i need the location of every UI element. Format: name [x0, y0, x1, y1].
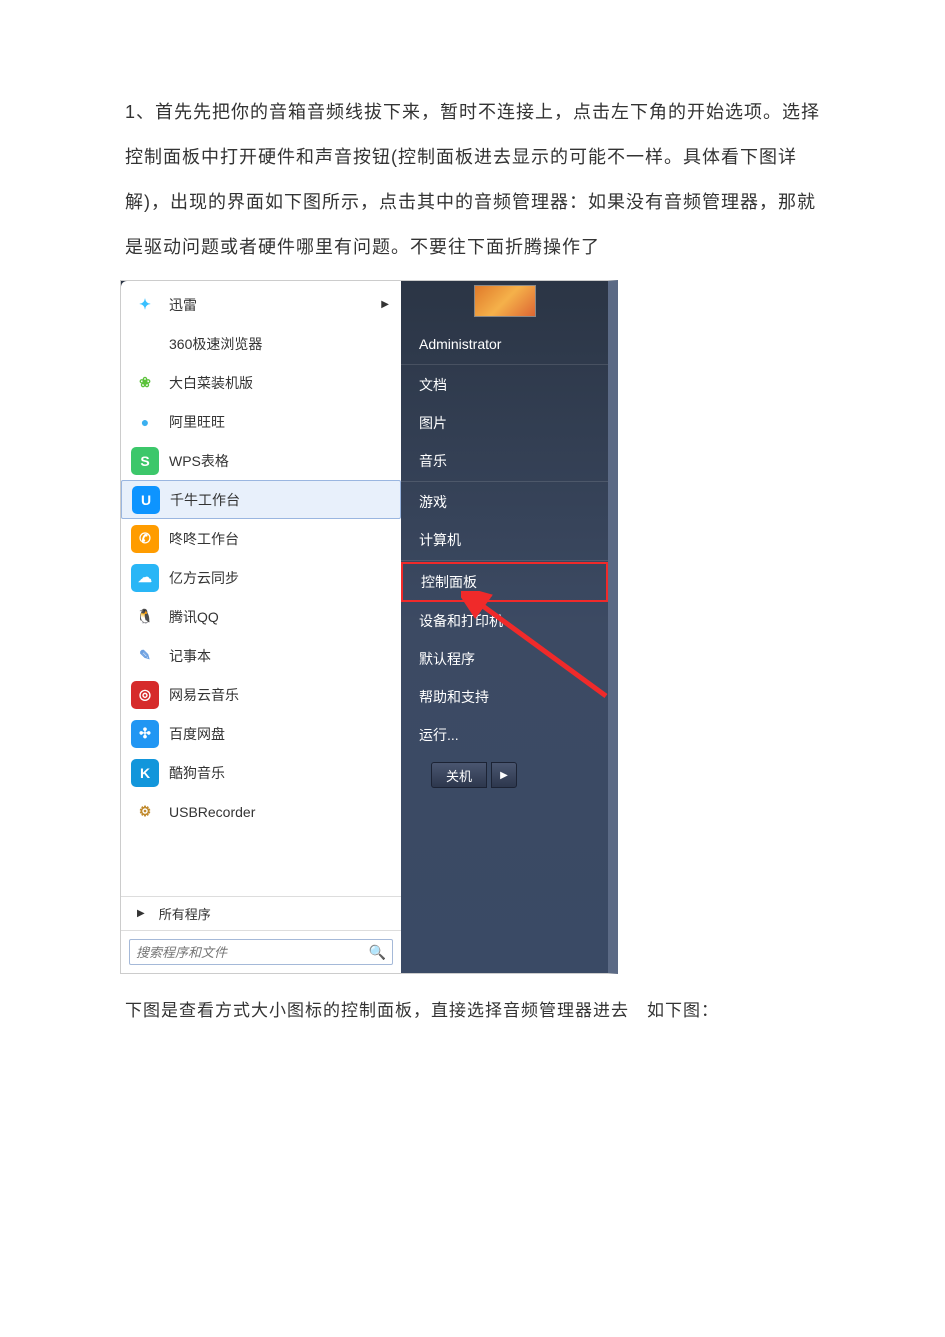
app-item[interactable]: U 千牛工作台 [121, 480, 401, 519]
shutdown-row: 关机 ▶ [401, 754, 608, 796]
app-icon: ☁ [131, 564, 159, 592]
search-box[interactable]: 🔍 [129, 939, 393, 965]
app-label: 亿方云同步 [169, 568, 239, 588]
user-avatar[interactable] [474, 285, 536, 317]
app-label: USBRecorder [169, 804, 255, 820]
app-label: 腾讯QQ [169, 607, 219, 627]
app-label: 千牛工作台 [170, 490, 240, 510]
app-item[interactable]: ✦ 迅雷 ▶ [121, 285, 401, 324]
app-label: WPS表格 [169, 451, 229, 471]
right-menu-item[interactable]: 默认程序 [401, 640, 608, 678]
app-item[interactable]: K 酷狗音乐 [121, 753, 401, 792]
shutdown-button[interactable]: 关机 [431, 762, 487, 788]
app-icon: ◎ [131, 681, 159, 709]
right-menu-item[interactable]: 音乐 [401, 442, 608, 480]
app-label: 网易云音乐 [169, 685, 239, 705]
app-label: 大白菜装机版 [169, 373, 253, 393]
app-item[interactable]: S WPS表格 [121, 441, 401, 480]
app-item[interactable]: ⚙ USBRecorder [121, 792, 401, 831]
app-icon: ✣ [131, 720, 159, 748]
search-icon: 🔍 [369, 944, 386, 961]
app-icon: ✦ [131, 291, 159, 319]
app-item[interactable]: ● 阿里旺旺 [121, 402, 401, 441]
shutdown-options-button[interactable]: ▶ [491, 762, 517, 788]
app-icon: U [132, 486, 160, 514]
right-menu-item[interactable]: 帮助和支持 [401, 678, 608, 716]
app-label: 百度网盘 [169, 724, 225, 744]
app-item[interactable]: ✣ 百度网盘 [121, 714, 401, 753]
search-input[interactable] [136, 945, 369, 960]
app-label: 360极速浏览器 [169, 334, 262, 354]
triangle-icon: ▶ [137, 908, 145, 919]
app-item[interactable]: ✎ 记事本 [121, 636, 401, 675]
user-name[interactable]: Administrator [401, 325, 608, 363]
start-menu-left: ✦ 迅雷 ▶ ✿ 360极速浏览器 ❀ 大白菜装机版 ● 阿里旺旺 S WPS表格 U 千牛工作台 ✆ 咚咚… [121, 281, 401, 973]
app-item[interactable]: ☁ 亿方云同步 [121, 558, 401, 597]
search-row: 🔍 [121, 930, 401, 973]
app-item[interactable]: 🐧 腾讯QQ [121, 597, 401, 636]
right-menu-item[interactable]: 文档 [401, 366, 608, 404]
right-menu-item[interactable]: 计算机 [401, 521, 608, 559]
submenu-arrow-icon: ▶ [381, 299, 389, 310]
app-icon: ● [131, 408, 159, 436]
start-menu-right: Administrator 文档图片音乐 游戏计算机 控制面板 设备和打印机默认… [401, 281, 608, 973]
app-item[interactable]: ✆ 咚咚工作台 [121, 519, 401, 558]
caption-text: 下图是查看方式大小图标的控制面板，直接选择音频管理器进去 如下图： [0, 984, 945, 1021]
app-label: 酷狗音乐 [169, 763, 225, 783]
app-icon: ❀ [131, 369, 159, 397]
control-panel-item[interactable]: 控制面板 [401, 562, 608, 602]
app-item[interactable]: ❀ 大白菜装机版 [121, 363, 401, 402]
right-menu-item[interactable]: 运行... [401, 716, 608, 754]
app-icon: ✆ [131, 525, 159, 553]
all-programs-label: 所有程序 [159, 904, 211, 923]
app-icon: ⚙ [131, 798, 159, 826]
start-menu-screenshot: ✦ 迅雷 ▶ ✿ 360极速浏览器 ❀ 大白菜装机版 ● 阿里旺旺 S WPS表格 U 千牛工作台 ✆ 咚咚… [120, 280, 618, 974]
app-icon: ✿ [131, 330, 159, 358]
app-icon: K [131, 759, 159, 787]
app-item[interactable]: ◎ 网易云音乐 [121, 675, 401, 714]
app-list: ✦ 迅雷 ▶ ✿ 360极速浏览器 ❀ 大白菜装机版 ● 阿里旺旺 S WPS表格 U 千牛工作台 ✆ 咚咚… [121, 281, 401, 896]
right-menu-item[interactable]: 游戏 [401, 483, 608, 521]
app-icon: 🐧 [131, 603, 159, 631]
app-label: 咚咚工作台 [169, 529, 239, 549]
app-item[interactable]: ✿ 360极速浏览器 [121, 324, 401, 363]
all-programs[interactable]: ▶ 所有程序 [121, 896, 401, 930]
right-menu-item[interactable]: 设备和打印机 [401, 602, 608, 640]
app-icon: S [131, 447, 159, 475]
app-label: 阿里旺旺 [169, 412, 225, 432]
app-icon: ✎ [131, 642, 159, 670]
right-menu-item[interactable]: 图片 [401, 404, 608, 442]
app-label: 迅雷 [169, 295, 197, 315]
app-label: 记事本 [169, 646, 211, 666]
instruction-paragraph: 1、首先先把你的音箱音频线拔下来，暂时不连接上，点击左下角的开始选项。选择控制面… [0, 90, 945, 270]
